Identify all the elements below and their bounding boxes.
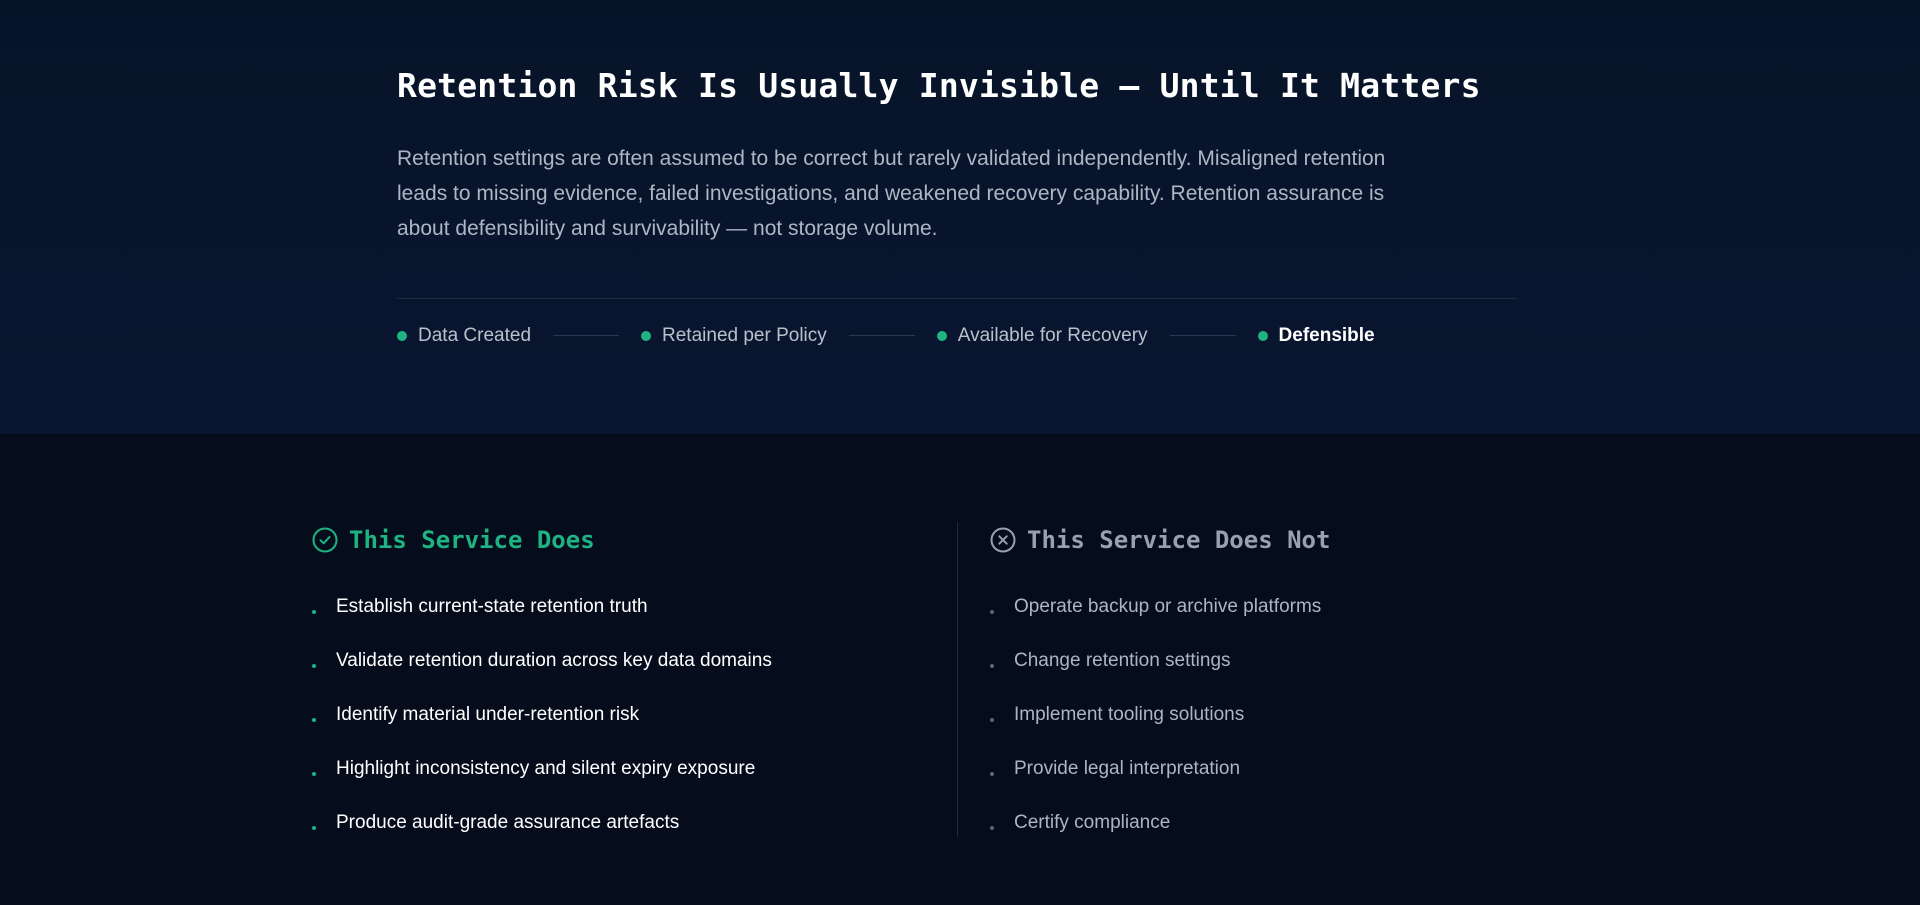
bullet — [312, 826, 316, 830]
intro-paragraph: Retention settings are often assumed to … — [397, 147, 1386, 240]
list-item-text: Produce audit-grade assurance artefacts — [336, 812, 680, 833]
check-circle-icon — [312, 527, 338, 553]
bullet — [990, 826, 994, 830]
list-item: Operate backup or archive platforms — [990, 580, 1330, 634]
list-item: Validate retention duration across key d… — [312, 634, 772, 688]
list-item: Produce audit-grade assurance artefacts — [312, 796, 772, 850]
bullet — [990, 772, 994, 776]
flow-step-data-created: Data Created — [397, 325, 531, 347]
flow-step-label: Retained per Policy — [662, 324, 827, 346]
section-heading: Retention Risk Is Usually Invisible — Un… — [397, 66, 1481, 105]
status-dot — [1257, 330, 1268, 341]
retention-flow: Data Created Retained per Policy Availab… — [397, 322, 1375, 349]
status-dot — [397, 330, 407, 341]
bullet — [990, 664, 994, 668]
list-item-text: Change retention settings — [1014, 650, 1231, 671]
flow-connector — [848, 335, 915, 336]
flow-connector — [553, 335, 620, 336]
list-item-text: Implement tooling solutions — [1014, 704, 1245, 725]
flow-step-label: Available for Recovery — [957, 324, 1148, 346]
flow-connector — [1169, 335, 1236, 336]
bullet — [990, 610, 994, 614]
list-item: Highlight inconsistency and silent expir… — [312, 742, 772, 796]
flow-step-retained: Retained per Policy — [641, 325, 827, 347]
x-circle-icon — [990, 527, 1016, 553]
service-does-not-column: This Service Does Not Operate backup or … — [990, 524, 1330, 850]
list-item-text: Establish current-state retention truth — [336, 596, 648, 617]
intro-section: Retention Risk Is Usually Invisible — Un… — [0, 0, 1920, 434]
service-does-not-title: This Service Does Not — [990, 524, 1330, 556]
list-item-text: Certify compliance — [1014, 812, 1171, 833]
section-divider — [397, 298, 1517, 299]
list-item-text: Operate backup or archive platforms — [1014, 596, 1322, 617]
list-item-text: Provide legal interpretation — [1014, 758, 1241, 779]
bullet — [312, 772, 316, 776]
flow-step-label: Defensible — [1278, 324, 1375, 346]
list-item: Implement tooling solutions — [990, 688, 1330, 742]
list-item: Establish current-state retention truth — [312, 580, 772, 634]
list-item-text: Validate retention duration across key d… — [336, 650, 772, 671]
list-item-text: Identify material under-retention risk — [336, 704, 640, 725]
service-does-column: This Service Does Establish current-stat… — [312, 524, 772, 850]
service-does-title: This Service Does — [312, 524, 772, 556]
service-does-not-title-text: This Service Does Not — [1027, 526, 1331, 554]
list-item: Change retention settings — [990, 634, 1330, 688]
service-does-not-list: Operate backup or archive platforms Chan… — [990, 580, 1330, 850]
list-item: Identify material under-retention risk — [312, 688, 772, 742]
status-dot — [936, 330, 947, 341]
status-dot — [641, 330, 652, 341]
list-item-text: Highlight inconsistency and silent expir… — [336, 758, 756, 779]
column-divider — [957, 522, 958, 837]
bullet — [312, 718, 316, 722]
list-item: Certify compliance — [990, 796, 1330, 850]
flow-step-label: Data Created — [418, 324, 532, 346]
flow-step-available: Available for Recovery — [936, 324, 1148, 347]
bullet — [312, 610, 316, 614]
service-does-title-text: This Service Does — [349, 526, 595, 554]
list-item: Provide legal interpretation — [990, 742, 1330, 796]
service-does-list: Establish current-state retention truth … — [312, 580, 772, 850]
bullet — [312, 664, 316, 668]
flow-step-defensible: Defensible — [1257, 324, 1375, 347]
bullet — [990, 718, 994, 722]
scope-section — [0, 434, 1920, 905]
